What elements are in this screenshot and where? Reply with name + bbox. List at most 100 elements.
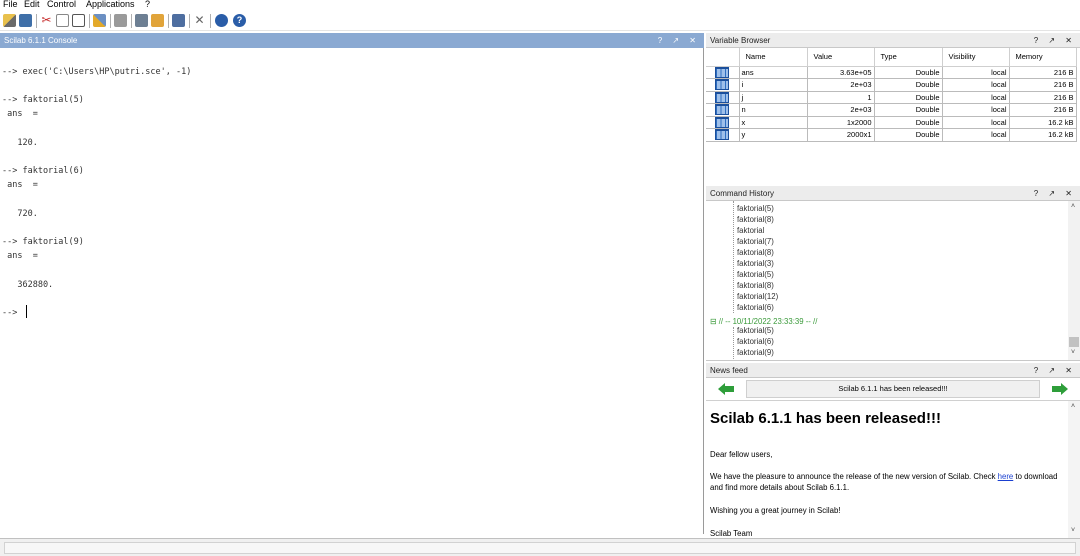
- news-paragraph: Dear fellow users,: [710, 450, 773, 459]
- cut-icon[interactable]: ✂: [40, 14, 53, 27]
- matrix-icon: [706, 128, 740, 142]
- preferences-icon[interactable]: [215, 14, 228, 27]
- history-item[interactable]: faktorial(3): [737, 259, 774, 268]
- print-icon[interactable]: [114, 14, 127, 27]
- console-line: 120.: [2, 138, 38, 148]
- copy-icon[interactable]: [56, 14, 69, 27]
- var-memory: 216 B: [1009, 103, 1077, 117]
- menu-edit[interactable]: Edit: [24, 0, 40, 9]
- table-row[interactable]: n 2e+03 Double local 216 B: [706, 103, 1077, 117]
- var-value: 3.63e+05: [807, 66, 875, 79]
- history-item[interactable]: faktorial(7): [737, 237, 774, 246]
- console-title: Scilab 6.1.1 Console: [4, 36, 78, 45]
- var-visibility: local: [942, 116, 1010, 129]
- matrix-icon: [706, 78, 740, 92]
- history-item[interactable]: faktorial(12): [737, 292, 778, 301]
- history-item[interactable]: faktorial(5): [737, 270, 774, 279]
- toolbar-separator: [210, 14, 211, 28]
- history-item[interactable]: faktorial(8): [737, 281, 774, 290]
- tools-icon[interactable]: ✕: [193, 14, 206, 27]
- history-item[interactable]: faktorial(6): [737, 303, 774, 312]
- var-value: 1x2000: [807, 116, 875, 129]
- history-item[interactable]: faktorial(6): [737, 337, 774, 346]
- menu-file[interactable]: File: [3, 0, 18, 9]
- new-file-icon[interactable]: [3, 14, 16, 27]
- table-row[interactable]: ans 3.63e+05 Double local 216 B: [706, 66, 1077, 79]
- news-link-here[interactable]: here: [998, 472, 1014, 481]
- var-value: 1: [807, 91, 875, 104]
- var-name: j: [739, 91, 808, 104]
- menu-bar: File Edit Control Applications ?: [0, 0, 1080, 11]
- history-scrollbar[interactable]: ˄ ˅: [1068, 201, 1080, 360]
- module-manager-icon[interactable]: [172, 14, 185, 27]
- var-name: ans: [739, 66, 808, 79]
- help-icon[interactable]: ?: [233, 14, 246, 27]
- table-row[interactable]: y 2000x1 Double local 16.2 kB: [706, 128, 1077, 142]
- toolbar-separator: [36, 14, 37, 28]
- console-panel[interactable]: --> exec('C:\Users\HP\putri.sce', -1) --…: [0, 48, 704, 534]
- console-line: ans =: [2, 109, 38, 119]
- variable-browser-titlebar: Variable Browser ? ↗ ✕: [706, 33, 1080, 48]
- table-row[interactable]: i 2e+03 Double local 216 B: [706, 78, 1077, 92]
- console-line: ans =: [2, 180, 38, 190]
- command-history-panel: faktorial(5) faktorial(8) faktorial fakt…: [706, 201, 1080, 361]
- history-item[interactable]: faktorial: [737, 226, 764, 235]
- history-item[interactable]: faktorial(8): [737, 248, 774, 257]
- history-item[interactable]: faktorial(8): [737, 215, 774, 224]
- table-row[interactable]: x 1x2000 Double local 16.2 kB: [706, 116, 1077, 129]
- console-line: --> faktorial(6): [2, 166, 84, 176]
- collapse-toggle-icon[interactable]: ⊟: [710, 317, 717, 326]
- scroll-up-icon[interactable]: ˄: [1071, 203, 1075, 210]
- variable-table: Name Value Type Visibility Memory ans 3.…: [706, 48, 1077, 142]
- column-header-memory[interactable]: Memory: [1009, 48, 1077, 67]
- status-field: [4, 542, 1076, 554]
- news-headline-bar[interactable]: Scilab 6.1.1 has been released!!!: [746, 380, 1040, 398]
- history-session-header[interactable]: ⊟ // -- 10/11/2022 23:33:39 -- //: [710, 317, 817, 326]
- open-file-icon[interactable]: [19, 14, 32, 27]
- var-visibility: local: [942, 78, 1010, 92]
- console-window-controls[interactable]: ? ↗ ✕: [658, 33, 700, 48]
- history-item[interactable]: faktorial(5): [737, 204, 774, 213]
- toolbar-separator: [89, 14, 90, 28]
- menu-applications[interactable]: Applications: [86, 0, 135, 9]
- applications-icon[interactable]: [135, 14, 148, 27]
- var-type: Double: [874, 66, 943, 79]
- news-feed-titlebar: News feed ? ↗ ✕: [706, 363, 1080, 378]
- scroll-down-icon[interactable]: ˅: [1071, 349, 1075, 356]
- previous-news-arrow-icon[interactable]: [718, 383, 734, 395]
- console-prompt: -->: [2, 308, 23, 318]
- var-visibility: local: [942, 66, 1010, 79]
- column-header-name[interactable]: Name: [739, 48, 808, 67]
- column-header-visibility[interactable]: Visibility: [942, 48, 1010, 67]
- news-feed-window-controls[interactable]: ? ↗ ✕: [1034, 363, 1076, 378]
- next-news-arrow-icon[interactable]: [1052, 383, 1068, 395]
- menu-help[interactable]: ?: [145, 0, 150, 9]
- scroll-down-icon[interactable]: ˅: [1071, 527, 1075, 534]
- column-header-type[interactable]: Type: [874, 48, 943, 67]
- news-feed-content: Scilab 6.1.1 has been released!!! Dear f…: [706, 400, 1080, 538]
- var-visibility: local: [942, 103, 1010, 117]
- matrix-icon: [706, 66, 740, 79]
- scroll-up-icon[interactable]: ˄: [1071, 403, 1075, 410]
- command-history-window-controls[interactable]: ? ↗ ✕: [1034, 186, 1076, 201]
- var-memory: 216 B: [1009, 91, 1077, 104]
- news-scrollbar[interactable]: ˄ ˅: [1068, 401, 1080, 538]
- change-directory-icon[interactable]: [93, 14, 106, 27]
- history-item[interactable]: faktorial(9): [737, 348, 774, 357]
- menu-control[interactable]: Control: [47, 0, 76, 9]
- paste-icon[interactable]: [72, 14, 85, 27]
- scrollbar-thumb[interactable]: [1069, 337, 1079, 347]
- var-value: 2e+03: [807, 103, 875, 117]
- demonstrations-icon[interactable]: [151, 14, 164, 27]
- var-name: n: [739, 103, 808, 117]
- history-item[interactable]: faktorial(5): [737, 326, 774, 335]
- column-header-value[interactable]: Value: [807, 48, 875, 67]
- command-history-title: Command History: [710, 189, 775, 198]
- table-row[interactable]: j 1 Double local 216 B: [706, 91, 1077, 104]
- var-memory: 16.2 kB: [1009, 116, 1077, 129]
- console-line: ans =: [2, 251, 38, 261]
- variable-browser-title: Variable Browser: [710, 36, 771, 45]
- var-name: x: [739, 116, 808, 129]
- variable-browser-window-controls[interactable]: ? ↗ ✕: [1034, 33, 1076, 48]
- toolbar-separator: [110, 14, 111, 28]
